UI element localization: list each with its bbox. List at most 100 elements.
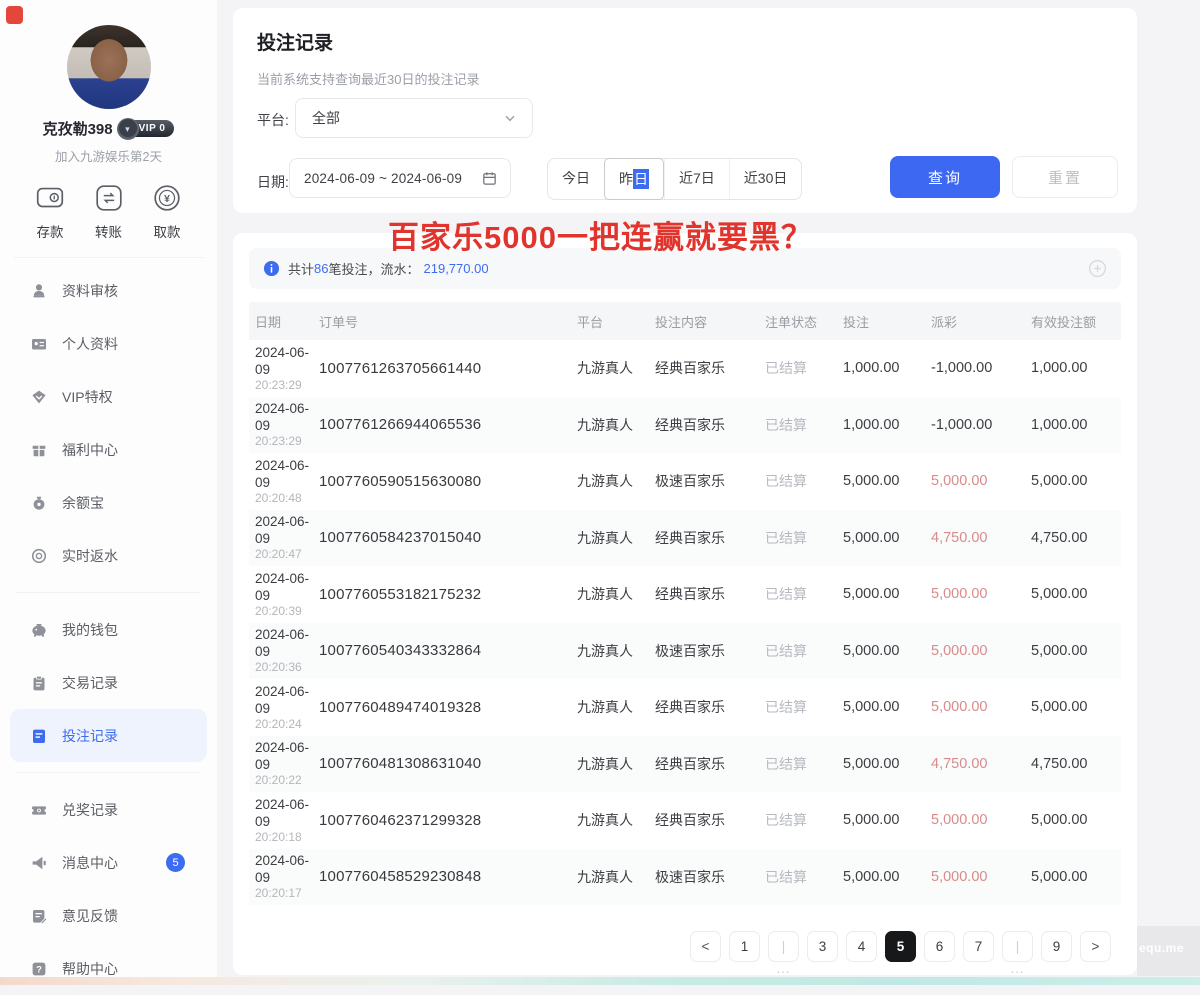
- page-button-5[interactable]: 5: [885, 931, 916, 962]
- page-button-7[interactable]: 7: [963, 931, 994, 962]
- cell-bet-amount: 5,000.00: [843, 473, 931, 489]
- range-button-近30日[interactable]: 近30日: [729, 159, 802, 199]
- prev-page-button[interactable]: <: [690, 931, 721, 962]
- calendar-icon: [481, 170, 498, 187]
- quick-action-存款[interactable]: 存款: [26, 180, 74, 241]
- sidebar-item-余额宝[interactable]: 余额宝: [0, 476, 217, 529]
- sidebar-item-label: 资料审核: [62, 281, 118, 301]
- date-value: 2024-06-09: [255, 513, 319, 547]
- cell-date: 2024-06-0920:23:29: [255, 400, 319, 449]
- reset-button[interactable]: 重置: [1012, 156, 1118, 198]
- date-value: 2024-06-09: [255, 796, 319, 830]
- cell-valid-amount: 4,750.00: [1031, 530, 1121, 546]
- cell-bet-amount: 5,000.00: [843, 812, 931, 828]
- cell-platform: 九游真人: [577, 415, 655, 435]
- cell-status: 已结算: [765, 415, 843, 435]
- ellipsis-button[interactable]: |...: [768, 931, 799, 962]
- cell-date: 2024-06-0920:20:47: [255, 513, 319, 562]
- sidebar-item-label: 我的钱包: [62, 620, 118, 640]
- date-range-input[interactable]: 2024-06-09 ~ 2024-06-09: [289, 158, 511, 198]
- sidebar-item-福利中心[interactable]: 福利中心: [0, 423, 217, 476]
- table-row: 2024-06-0920:20:181007760462371299328九游真…: [249, 792, 1121, 849]
- table-row: 2024-06-0920:20:471007760584237015040九游真…: [249, 510, 1121, 567]
- sidebar-item-交易记录[interactable]: 交易记录: [0, 656, 217, 709]
- ellipsis-button[interactable]: |...: [1002, 931, 1033, 962]
- page-button-4[interactable]: 4: [846, 931, 877, 962]
- table-row: 2024-06-0920:20:241007760489474019328九游真…: [249, 679, 1121, 736]
- filter-card: 投注记录 当前系统支持查询最近30日的投注记录 平台: 全部 日期: 2024-…: [233, 8, 1137, 213]
- quick-action-取款[interactable]: ¥取款: [143, 180, 191, 241]
- quick-action-label: 取款: [143, 221, 191, 241]
- quick-action-转账[interactable]: 转账: [85, 180, 133, 241]
- next-page-button[interactable]: >: [1080, 931, 1111, 962]
- cell-status: 已结算: [765, 584, 843, 604]
- range-button-昨日[interactable]: 昨日: [604, 158, 664, 200]
- sidebar-item-VIP特权[interactable]: VIP特权: [0, 370, 217, 423]
- date-label: 日期:: [257, 172, 289, 192]
- divider: [16, 592, 201, 593]
- ticket-icon: [30, 801, 48, 819]
- page-button-9[interactable]: 9: [1041, 931, 1072, 962]
- column-header: 平台: [577, 312, 655, 331]
- cell-platform: 九游真人: [577, 754, 655, 774]
- cell-order-number: 1007760481308631040: [319, 755, 577, 772]
- sidebar-item-意见反馈[interactable]: 意见反馈: [0, 889, 217, 942]
- svg-text:?: ?: [36, 964, 42, 975]
- gift-icon: [30, 441, 48, 459]
- sidebar-item-个人资料[interactable]: 个人资料: [0, 317, 217, 370]
- sidebar-item-消息中心[interactable]: 消息中心5: [0, 836, 217, 889]
- sidebar-item-label: 帮助中心: [62, 959, 118, 979]
- sidebar-item-label: VIP特权: [62, 387, 113, 407]
- page-button-3[interactable]: 3: [807, 931, 838, 962]
- cell-platform: 九游真人: [577, 358, 655, 378]
- table-row: 2024-06-0920:20:361007760540343332864九游真…: [249, 623, 1121, 680]
- cell-order-number: 1007760540343332864: [319, 642, 577, 659]
- sidebar-item-兑奖记录[interactable]: 兑奖记录: [0, 783, 217, 836]
- sidebar-item-实时返水[interactable]: 实时返水: [0, 529, 217, 582]
- time-value: 20:20:22: [255, 773, 319, 788]
- date-value: 2024-06-09: [255, 344, 319, 378]
- sidebar-item-资料审核[interactable]: 资料审核: [0, 264, 217, 317]
- search-button[interactable]: 查询: [890, 156, 1000, 198]
- annotation-overlay-text: 百家乐5000一把连赢就要黑？: [388, 212, 813, 257]
- cell-date: 2024-06-0920:23:29: [255, 344, 319, 393]
- cell-order-number: 1007760458529230848: [319, 868, 577, 885]
- watermark-text: equ.me: [1139, 941, 1200, 955]
- cell-date: 2024-06-0920:20:36: [255, 626, 319, 675]
- quick-range-group: 今日昨日近7日近30日: [547, 158, 802, 200]
- cell-valid-amount: 5,000.00: [1031, 473, 1121, 489]
- platform-select[interactable]: 全部: [295, 98, 533, 138]
- join-days-text: 加入九游娱乐第2天: [0, 146, 217, 165]
- sidebar-item-我的钱包[interactable]: 我的钱包: [0, 603, 217, 656]
- help-icon: ?: [30, 960, 48, 978]
- table-row: 2024-06-0920:20:221007760481308631040九游真…: [249, 736, 1121, 793]
- cell-bet-content: 极速百家乐: [655, 471, 765, 491]
- sidebar-menu: 资料审核个人资料 VIP特权福利中心余额宝实时返水我的钱包交易记录投注记录兑奖记录…: [0, 264, 217, 995]
- cell-status: 已结算: [765, 358, 843, 378]
- column-header: 日期: [255, 312, 319, 331]
- range-button-近7日[interactable]: 近7日: [664, 159, 729, 199]
- column-header: 派彩: [931, 312, 1031, 331]
- table-row: 2024-06-0920:20:481007760590515630080九游真…: [249, 453, 1121, 510]
- cell-bet-amount: 1,000.00: [843, 360, 931, 376]
- table-row: 2024-06-0920:20:391007760553182175232九游真…: [249, 566, 1121, 623]
- sidebar-item-label: 兑奖记录: [62, 800, 118, 820]
- cell-status: 已结算: [765, 471, 843, 491]
- sidebar-item-帮助中心[interactable]: ? 帮助中心: [0, 942, 217, 995]
- rebate-icon: [30, 547, 48, 565]
- cell-bet-amount: 1,000.00: [843, 417, 931, 433]
- expand-plus-icon[interactable]: [1088, 259, 1107, 278]
- cell-valid-amount: 4,750.00: [1031, 756, 1121, 772]
- vip-shield-icon: ▾: [117, 118, 139, 140]
- avatar: [67, 25, 151, 109]
- corner-red-mark: [6, 6, 23, 24]
- time-value: 20:20:48: [255, 491, 319, 506]
- cell-payout: 5,000.00: [931, 643, 1031, 659]
- range-button-今日[interactable]: 今日: [548, 159, 604, 199]
- page-button-6[interactable]: 6: [924, 931, 955, 962]
- bet-records-table: 日期订单号平台投注内容注单状态投注派彩有效投注额 2024-06-0920:23…: [249, 302, 1121, 905]
- date-value: 2024-06-09: [255, 683, 319, 717]
- sidebar-item-投注记录[interactable]: 投注记录: [10, 709, 207, 762]
- cell-valid-amount: 5,000.00: [1031, 869, 1121, 885]
- page-button-1[interactable]: 1: [729, 931, 760, 962]
